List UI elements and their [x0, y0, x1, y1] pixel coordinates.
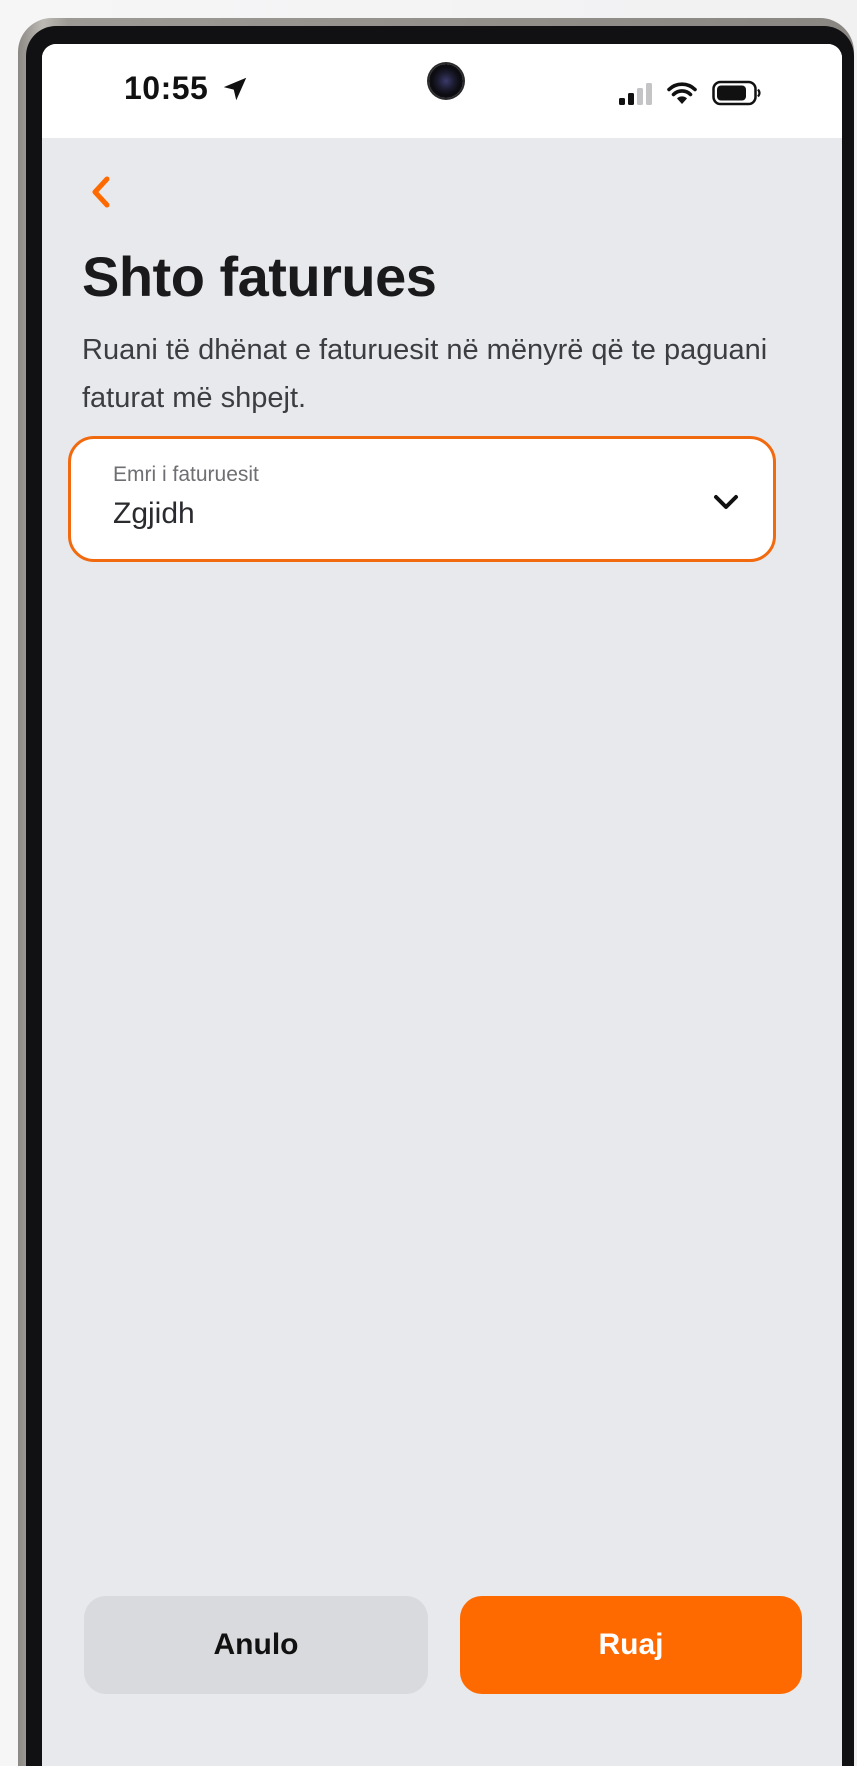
chevron-down-icon	[714, 495, 738, 509]
status-bar: 10:55	[42, 44, 842, 138]
save-button[interactable]: Ruaj	[460, 1596, 802, 1694]
app-screen: 10:55 Shto faturues Ruani të dhënat e fa…	[42, 44, 842, 1766]
biller-name-label: Emri i faturuesit	[113, 463, 259, 486]
cellular-signal-icon	[619, 83, 652, 105]
location-arrow-icon	[223, 77, 247, 101]
page-subtitle: Ruani të dhënat e faturuesit në mënyrë q…	[82, 334, 768, 414]
chevron-left-icon	[92, 176, 110, 208]
back-button[interactable]	[78, 168, 126, 216]
biller-name-value: Zgjidh	[113, 497, 195, 530]
wifi-icon	[667, 82, 697, 104]
battery-icon	[712, 80, 761, 106]
biller-name-select[interactable]: Emri i faturuesit Zgjidh	[68, 436, 776, 562]
front-camera	[429, 64, 463, 98]
cancel-button[interactable]: Anulo	[84, 1596, 428, 1694]
status-time: 10:55	[124, 70, 209, 106]
page-title: Shto faturues	[82, 245, 437, 308]
